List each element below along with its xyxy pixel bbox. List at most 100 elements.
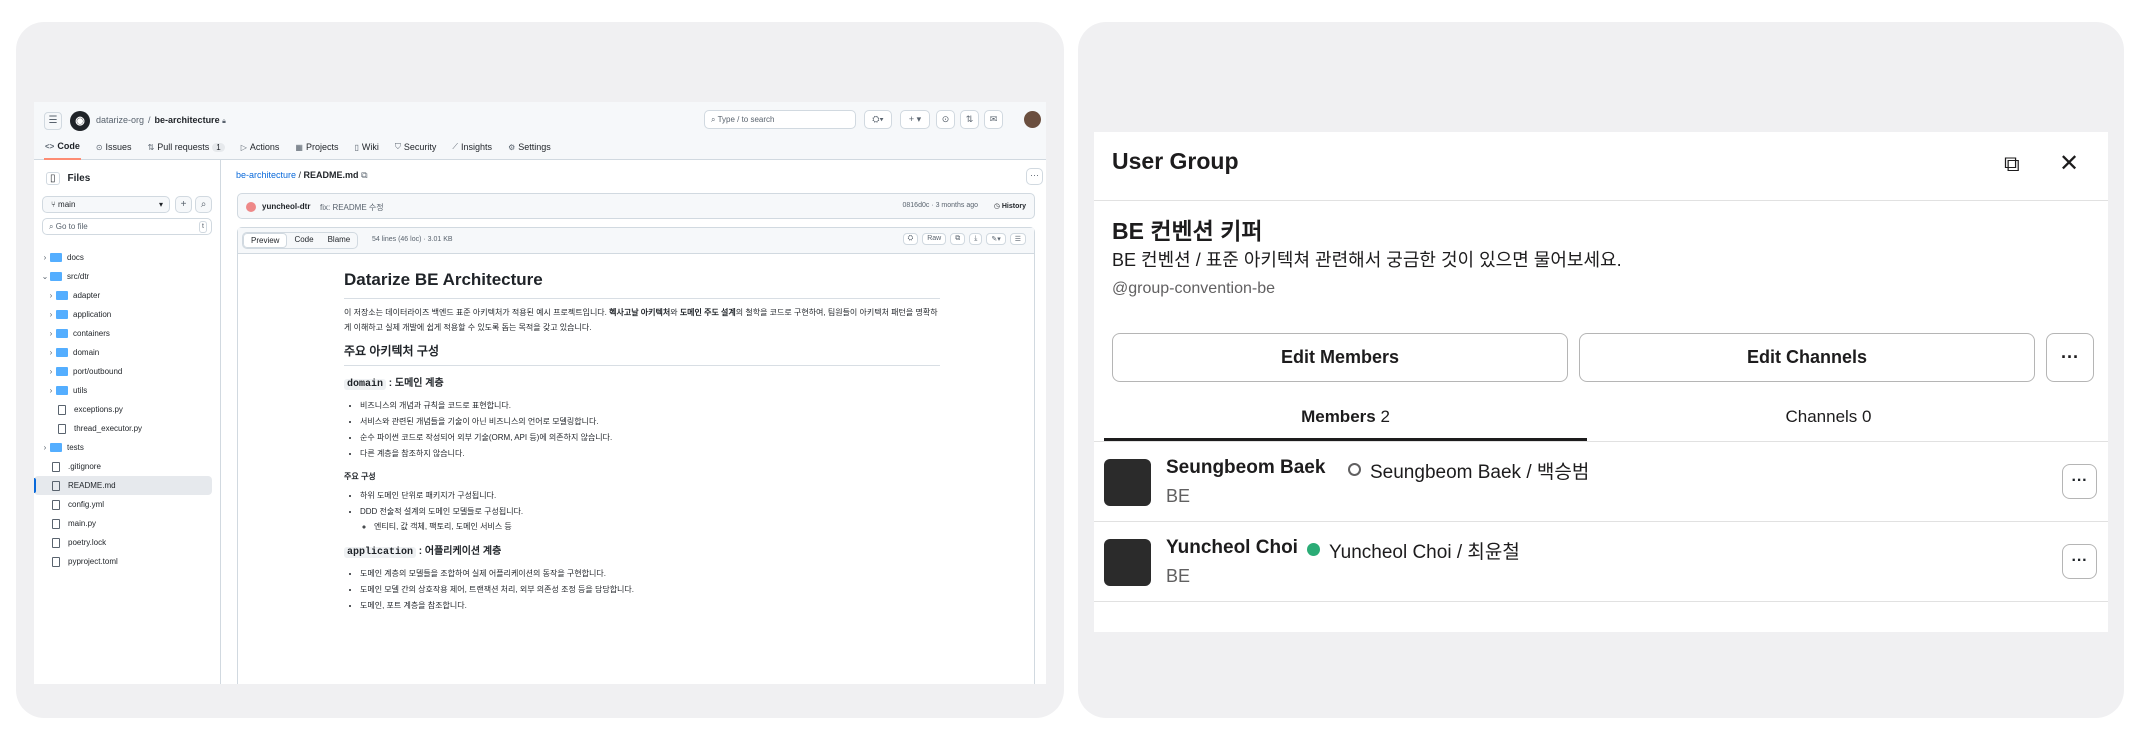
play-icon: ▷ <box>240 142 247 152</box>
commit-meta: 0816d0c · 3 months ago <box>902 202 979 209</box>
inbox-icon[interactable]: ✉ <box>984 110 1003 129</box>
tree-folder[interactable]: › adapter <box>34 286 220 305</box>
tab-insights[interactable]: ⟋ Insights <box>451 134 493 160</box>
folder-icon <box>50 272 62 281</box>
list-item: 하위 도메인 단위로 패키지가 구성됩니다. <box>360 488 940 503</box>
tree-file[interactable]: poetry.lock <box>34 533 220 552</box>
tree-item-label: poetry.lock <box>68 538 107 547</box>
tab-wiki[interactable]: ▯ Wiki <box>354 134 380 160</box>
org-link[interactable]: datarize-org <box>96 115 144 125</box>
member-more-button[interactable]: ··· <box>2062 464 2097 499</box>
copilot-icon[interactable]: ⛭ <box>902 233 919 245</box>
github-logo-icon[interactable]: ◉ <box>70 111 90 131</box>
path-repo-link[interactable]: be-architecture <box>236 170 296 180</box>
sub-heading: 주요 구성 <box>344 472 376 481</box>
github-window: ☰ ◉ datarize-org / be-architecture 🔒︎ ⌕ Ty… <box>34 102 1046 684</box>
blame-tab[interactable]: Blame <box>321 233 358 248</box>
list-item: 서비스와 관련된 개념들을 기술이 아닌 비즈니스의 언어로 모델링합니다. <box>360 414 940 429</box>
history-link[interactable]: ◷ History <box>994 202 1026 210</box>
breadcrumb: datarize-org / be-architecture 🔒︎ <box>96 115 226 125</box>
tree-file[interactable]: pyproject.toml <box>34 552 220 571</box>
file-tree: › docs ⌄ src/dtr › adapter › application › contai… <box>34 248 220 571</box>
edit-members-button[interactable]: Edit Members <box>1112 333 1568 382</box>
branch-selector[interactable]: ⑂ main ▾ <box>42 196 170 213</box>
tree-folder[interactable]: › tests <box>34 438 220 457</box>
folder-icon <box>56 310 68 319</box>
tree-file[interactable]: thread_executor.py <box>34 419 220 438</box>
tree-folder[interactable]: › docs <box>34 248 220 267</box>
hamburger-menu-icon[interactable]: ☰ <box>44 112 62 130</box>
search-files-button[interactable]: ⌕ <box>195 196 212 213</box>
member-row[interactable]: Yuncheol Choi Yuncheol Choi / 최윤철 BE ··· <box>1094 522 2108 601</box>
copy-icon[interactable]: ⧉ <box>950 233 966 245</box>
commit-message[interactable]: fix: README 수정 <box>320 202 384 213</box>
tree-item-label: port/outbound <box>73 367 123 376</box>
tree-folder[interactable]: › port/outbound <box>34 362 220 381</box>
tree-file[interactable]: README.md <box>34 476 212 495</box>
close-icon[interactable]: ✕ <box>2059 152 2079 176</box>
preview-tab[interactable]: Preview <box>243 233 288 248</box>
tab-members[interactable]: Members 2 <box>1104 407 1587 441</box>
search-input[interactable]: ⌕ Type / to search <box>704 110 856 129</box>
commit-author-avatar[interactable] <box>246 202 256 212</box>
tree-file[interactable]: exceptions.py <box>34 400 220 419</box>
create-new-button[interactable]: + ▾ <box>900 110 930 129</box>
code-tab[interactable]: Code <box>287 233 320 248</box>
member-full-name: Seungbeom Baek / 백승범 <box>1370 462 1590 483</box>
pull-requests-icon[interactable]: ⇅ <box>960 110 979 129</box>
repo-link[interactable]: be-architecture <box>155 115 220 125</box>
sidebar-toggle-icon[interactable]: ▯ <box>46 172 60 185</box>
more-options-button[interactable]: ··· <box>1026 168 1043 185</box>
commit-author[interactable]: yuncheol-dtr <box>262 202 310 211</box>
tree-folder[interactable]: ⌄ src/dtr <box>34 267 220 286</box>
edit-icon[interactable]: ✎▾ <box>986 233 1006 245</box>
tree-item-label: thread_executor.py <box>74 424 143 433</box>
member-full-name: Yuncheol Choi / 최윤철 <box>1329 542 1520 563</box>
list-item: 도메인 모델 간의 상호작용 제어, 트랜잭션 처리, 외부 의존성 조정 등을… <box>360 582 940 597</box>
search-icon: ⌕ <box>49 222 54 231</box>
more-actions-button[interactable]: ··· <box>2046 333 2094 382</box>
avatar[interactable] <box>1104 539 1151 586</box>
domain-heading: domain : 도메인 계층 <box>344 376 940 392</box>
tab-pull-requests[interactable]: ⇅ Pull requests 1 <box>147 134 226 160</box>
avatar[interactable] <box>1104 459 1151 506</box>
user-group-modal: User Group ⧉ ✕ BE 컨벤션 키퍼 BE 컨벤션 / 표준 아키텍… <box>1094 132 2108 632</box>
raw-button[interactable]: Raw <box>922 233 947 245</box>
tab-settings[interactable]: ⚙ Settings <box>507 134 552 160</box>
copilot-button[interactable]: ⛭▾ <box>864 110 892 129</box>
chevron-right-icon: › <box>49 329 53 338</box>
member-name[interactable]: Seungbeom Baek <box>1166 457 1325 479</box>
tree-folder[interactable]: › domain <box>34 343 220 362</box>
member-name[interactable]: Yuncheol Choi <box>1166 537 1298 559</box>
lock-icon: 🔒︎ <box>222 118 226 125</box>
edit-channels-button[interactable]: Edit Channels <box>1579 333 2035 382</box>
go-to-file-input[interactable]: ⌕ Go to file t <box>42 218 212 235</box>
open-in-window-icon[interactable]: ⧉ <box>2004 152 2020 176</box>
tab-channels[interactable]: Channels 0 <box>1587 407 2070 441</box>
tree-file[interactable]: config.yml <box>34 495 220 514</box>
user-avatar[interactable] <box>1024 111 1041 128</box>
tree-folder[interactable]: › application <box>34 305 220 324</box>
application-heading: application : 어플리케이션 계층 <box>344 544 940 560</box>
member-more-button[interactable]: ··· <box>2062 544 2097 579</box>
tree-item-label: README.md <box>68 481 116 490</box>
tab-projects[interactable]: ▦ Projects <box>294 134 339 160</box>
tab-code[interactable]: <> Code <box>44 134 81 160</box>
file-icon <box>52 461 60 472</box>
download-icon[interactable]: ⤓ <box>969 233 983 245</box>
issues-icon[interactable]: ⊙ <box>936 110 955 129</box>
copy-path-icon[interactable]: ⧉ <box>361 170 367 180</box>
tab-issues[interactable]: ⊙ Issues <box>95 134 133 160</box>
tab-actions[interactable]: ▷ Actions <box>240 134 281 160</box>
tab-security[interactable]: ⛉ Security <box>394 134 438 160</box>
nested-list-item: 엔티티, 값 객체, 팩토리, 도메인 서비스 등 <box>374 519 940 534</box>
tree-item-label: main.py <box>68 519 97 528</box>
tree-file[interactable]: .gitignore <box>34 457 220 476</box>
member-row[interactable]: Seungbeom Baek Seungbeom Baek / 백승범 BE ··· <box>1094 442 2108 521</box>
tree-folder[interactable]: › containers <box>34 324 220 343</box>
outline-icon[interactable]: ☰ <box>1009 233 1026 245</box>
add-file-button[interactable]: + <box>175 196 192 213</box>
tree-file[interactable]: main.py <box>34 514 220 533</box>
tree-item-label: adapter <box>73 291 101 300</box>
tree-folder[interactable]: › utils <box>34 381 220 400</box>
